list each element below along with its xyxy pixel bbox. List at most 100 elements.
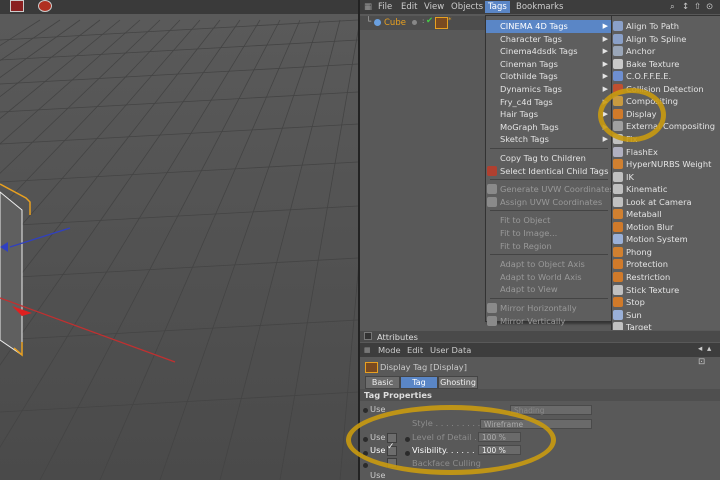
animate-radio[interactable]	[363, 463, 368, 468]
c4d-tag-item[interactable]: Anchor	[612, 45, 720, 58]
phong-icon	[613, 246, 623, 257]
restriction-icon	[613, 272, 623, 282]
menu-edit[interactable]: Edit	[401, 2, 417, 12]
c4d-tag-item-label: C.O.F.F.E.E.	[626, 71, 672, 82]
nav-up-icon[interactable]: ▴	[707, 344, 711, 354]
tab-tag[interactable]: Tag	[400, 376, 438, 389]
c4d-tag-item[interactable]: FlashEx	[612, 146, 720, 159]
menu-mode[interactable]: Mode	[378, 345, 401, 355]
tags-menu-item[interactable]: Cineman Tags ▶	[486, 58, 612, 71]
bake-icon	[613, 58, 623, 69]
tags-menu-item[interactable]: Clothilde Tags ▶	[486, 70, 612, 83]
kinematic-icon	[613, 184, 623, 195]
c4d-tag-item[interactable]: C.O.F.F.E.E.	[612, 70, 720, 83]
submenu-arrow-icon: ▶	[602, 72, 608, 81]
c4d-tag-item[interactable]: Protection	[612, 258, 720, 271]
menu-attr-edit[interactable]: Edit	[407, 345, 423, 355]
tags-menu-item[interactable]: MoGraph Tags ▶	[486, 121, 612, 134]
tags-menu-item[interactable]: CINEMA 4D Tags ▶	[486, 20, 612, 33]
tags-menu-item: Fit to Image...	[486, 227, 612, 240]
menu-user-data[interactable]: User Data	[430, 345, 471, 355]
c4d-tag-item[interactable]: Stick Texture	[612, 284, 720, 297]
tags-menu-item: Fit to Region	[486, 240, 612, 253]
menu-separator	[490, 210, 608, 212]
tags-menu-item: Generate UVW Coordinates	[486, 183, 614, 196]
menu-tags[interactable]: Tags	[485, 1, 510, 13]
tags-menu-item: Fit to Object	[486, 214, 612, 227]
tags-menu-item-label: Dynamics Tags	[500, 84, 562, 94]
c4d-tag-item-label: FlashEx	[626, 146, 658, 157]
tags-menu-item-label: CINEMA 4D Tags	[500, 21, 568, 31]
c4d-tag-item[interactable]: Kinematic	[612, 183, 720, 196]
render-view-icon[interactable]	[10, 0, 24, 12]
c4d-tag-item-label: IK	[626, 171, 634, 182]
tags-menu-item-label: Copy Tag to Children	[500, 153, 586, 163]
render-picture-icon[interactable]	[38, 0, 52, 12]
tags-menu-item[interactable]: Select Identical Child Tags	[486, 165, 612, 178]
animate-radio[interactable]	[363, 408, 368, 413]
stick-texture-icon	[613, 284, 623, 295]
c4d-tag-item[interactable]: Stop	[612, 296, 720, 309]
c4d-tag-item[interactable]: Motion Blur	[612, 221, 720, 234]
object-name[interactable]: Cube	[384, 18, 406, 28]
c4d-tag-item[interactable]: Sun	[612, 309, 720, 322]
tags-menu-item[interactable]: Sketch Tags ▶	[486, 133, 612, 146]
c4d-tag-item[interactable]: Look at Camera	[612, 196, 720, 209]
uvw-icon	[487, 315, 497, 326]
c4d-tag-item-label: Restriction	[626, 272, 671, 282]
nav-up-icon[interactable]: ⇧	[694, 2, 701, 12]
tags-menu-item-label: Fit to Object	[500, 215, 551, 226]
anchor-icon	[613, 46, 623, 57]
viewport-grid	[0, 14, 358, 480]
c4d-tag-item-label: Bake Texture	[626, 58, 680, 69]
tags-menu-item-label: Mirror Horizontally	[500, 303, 577, 313]
enabled-check-icon[interactable]: ✔	[426, 16, 433, 26]
tags-menu-item-label: Fit to Image...	[500, 228, 558, 238]
sort-icon[interactable]: ↕	[682, 2, 689, 12]
c4d-tag-item[interactable]: Bake Texture	[612, 58, 720, 71]
tab-ghosting[interactable]: Ghosting	[438, 376, 478, 389]
menu-bookmarks[interactable]: Bookmarks	[516, 2, 564, 12]
annotation-circle-display	[598, 88, 666, 142]
tags-menu-item[interactable]: Hair Tags ▶	[486, 108, 612, 121]
menu-separator	[490, 148, 608, 149]
menu-objects[interactable]: Objects	[451, 2, 483, 12]
c4d-tag-item[interactable]: IK	[612, 171, 720, 184]
c4d-tag-item[interactable]: Phong	[612, 246, 720, 259]
search-icon[interactable]: ⌕	[670, 2, 675, 12]
phong-tag-icon[interactable]: *	[448, 16, 452, 24]
display-tag-icon[interactable]	[435, 17, 448, 29]
c4d-tag-item[interactable]: Metaball	[612, 208, 720, 221]
c4d-tag-item-label: Metaball	[626, 209, 662, 220]
tab-basic[interactable]: Basic	[365, 376, 400, 389]
cube-face	[0, 191, 23, 356]
menu-separator	[490, 254, 608, 256]
tags-menu-item[interactable]: Character Tags ▶	[486, 33, 612, 46]
back-arrow-icon[interactable]: ◂	[698, 344, 702, 354]
menu-view[interactable]: View	[424, 2, 444, 12]
c4d-tag-item[interactable]: HyperNURBS Weight	[612, 158, 720, 171]
tags-menu-item[interactable]: Cinema4dsdk Tags ▶	[486, 45, 612, 58]
layer-dot-icon[interactable]	[412, 20, 417, 25]
tags-menu-item-label: Assign UVW Coordinates	[500, 196, 603, 207]
nav-down-icon[interactable]: ⊙	[706, 2, 713, 12]
menu-separator	[490, 179, 608, 181]
c4d-tag-item[interactable]: Restriction	[612, 271, 720, 284]
lock-icon[interactable]: ⊡	[698, 357, 705, 367]
submenu-arrow-icon: ▶	[602, 22, 608, 30]
object-row-cube[interactable]: └ Cube : ✔ *	[360, 16, 490, 30]
viewport-3d[interactable]	[0, 0, 358, 480]
menu-file[interactable]: File	[378, 2, 392, 12]
submenu-arrow-icon: ▶	[602, 34, 608, 43]
c4d-tag-item[interactable]: Align To Path	[612, 20, 720, 33]
object-manager-menubar: ▦ File Edit View Objects Tags Bookmarks …	[360, 0, 720, 14]
tags-menu-item[interactable]: Copy Tag to Children	[486, 152, 612, 165]
tags-menu-item[interactable]: Dynamics Tags ▶	[486, 83, 612, 96]
c4d-tag-item-label: HyperNURBS Weight	[626, 159, 712, 170]
tags-menu-item[interactable]: Fry_c4d Tags ▶	[486, 96, 612, 109]
panel-grip-icon[interactable]	[364, 332, 372, 340]
c4d-tag-item[interactable]: Motion System	[612, 233, 720, 246]
c4d-tag-item[interactable]: Align To Spline	[612, 33, 720, 46]
tags-menu-item-label: Adapt to View	[500, 284, 558, 295]
visibility-dots-icon[interactable]: :	[422, 17, 424, 25]
